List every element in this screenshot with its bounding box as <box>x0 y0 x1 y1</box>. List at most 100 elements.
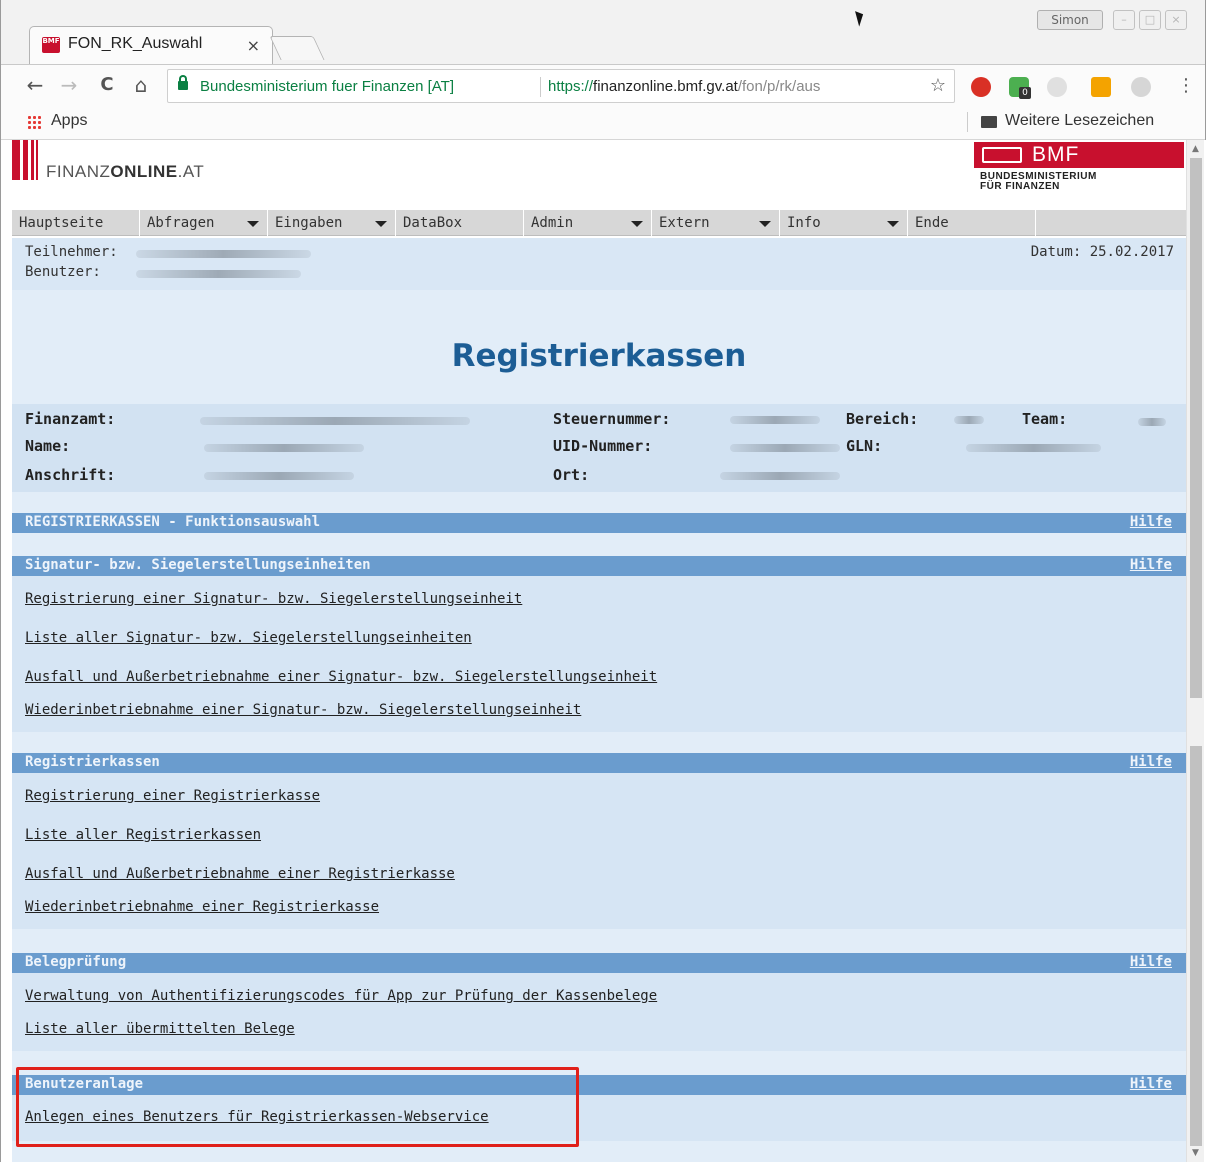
bookmarks-separator <box>967 112 968 132</box>
menu-ende[interactable]: Ende <box>908 210 1036 236</box>
close-window-button[interactable]: × <box>1165 10 1187 30</box>
section-body-signatur: Registrierung einer Signatur- bzw. Siege… <box>12 576 1186 732</box>
browser-tab[interactable]: BMF FON_RK_Auswahl × <box>29 26 273 64</box>
redacted-value <box>720 472 840 480</box>
extension-badge: 0 <box>1019 87 1031 99</box>
logo-bold: ONLINE <box>110 162 178 181</box>
redacted-value <box>136 270 301 278</box>
other-bookmarks[interactable]: Weitere Lesezeichen <box>1005 112 1154 130</box>
scrollbar-thumb-lower[interactable] <box>1190 746 1202 1146</box>
minimize-button[interactable]: – <box>1113 10 1135 30</box>
browser-toolbar: ← → C ⌂ Bundesministerium fuer Finanzen … <box>1 64 1205 106</box>
bmf-logo[interactable]: BMF <box>974 142 1184 168</box>
link-ausfall-kasse[interactable]: Ausfall und Außerbetriebnahme einer Regi… <box>25 866 455 882</box>
caret-down-icon <box>247 221 259 227</box>
user-info-band: Teilnehmer: Benutzer: Datum: 25.02.2017 <box>12 238 1186 290</box>
tab-title: FON_RK_Auswahl <box>68 35 203 52</box>
menu-hauptseite[interactable]: Hauptseite <box>12 210 140 236</box>
redacted-value <box>204 444 364 452</box>
tab-close-icon[interactable]: × <box>247 36 260 55</box>
menu-admin[interactable]: Admin <box>524 210 652 236</box>
shield-extension-icon[interactable]: 0 <box>1009 77 1031 99</box>
section-title: REGISTRIERKASSEN - Funktionsauswahl <box>25 514 321 530</box>
help-link[interactable]: Hilfe <box>1130 954 1172 970</box>
link-ausfall-signatur[interactable]: Ausfall und Außerbetriebnahme einer Sign… <box>25 669 657 685</box>
feed-extension-icon[interactable] <box>1091 77 1111 97</box>
title-area: Registrierkassen <box>12 290 1186 404</box>
menu-label: Eingaben <box>275 215 343 231</box>
menu-label: DataBox <box>403 215 463 231</box>
extension-icon[interactable] <box>1047 77 1067 97</box>
home-button[interactable]: ⌂ <box>129 73 153 97</box>
back-button[interactable]: ← <box>23 73 47 97</box>
uid-label: UID-Nummer: <box>553 437 653 455</box>
annotation-highlight-box <box>16 1067 579 1147</box>
link-authentifizierungscodes[interactable]: Verwaltung von Authentifizierungscodes f… <box>25 988 657 1004</box>
link-liste-belege[interactable]: Liste aller übermittelten Belege <box>25 1021 295 1037</box>
link-wiederinbetriebnahme-signatur[interactable]: Wiederinbetriebnahme einer Signatur- bzw… <box>25 702 581 718</box>
bereich-label: Bereich: <box>846 410 919 428</box>
site-identity: Bundesministerium fuer Finanzen [AT] <box>200 78 454 95</box>
bmf-subtitle-line-2: FÜR FINANZEN <box>980 181 1060 192</box>
finanzonline-page: FINANZONLINE.AT BMF BUNDESMINISTERIUM FÜ… <box>12 140 1186 1162</box>
address-bar[interactable]: Bundesministerium fuer Finanzen [AT] htt… <box>167 69 955 103</box>
section-header-funktionsauswahl: REGISTRIERKASSEN - Funktionsauswahl Hilf… <box>12 513 1186 533</box>
vertical-scrollbar[interactable]: ▲ ▼ <box>1186 140 1204 1162</box>
help-link[interactable]: Hilfe <box>1130 514 1172 530</box>
section-header-belegpruefung: Belegprüfung Hilfe <box>12 953 1186 973</box>
folder-icon <box>981 116 997 128</box>
menu-info[interactable]: Info <box>780 210 908 236</box>
url-text[interactable]: https://finanzonline.bmf.gv.at/fon/p/rk/… <box>548 78 918 95</box>
section-body-belegpruefung: Verwaltung von Authentifizierungscodes f… <box>12 973 1186 1051</box>
redacted-value <box>954 416 984 424</box>
main-menu: Hauptseite Abfragen Eingaben DataBox Adm… <box>12 210 1186 236</box>
finanzonline-logo[interactable]: FINANZONLINE.AT <box>46 162 204 182</box>
menu-databox[interactable]: DataBox <box>396 210 524 236</box>
finanzamt-label: Finanzamt: <box>25 410 116 428</box>
function-selection: REGISTRIERKASSEN - Funktionsauswahl Hilf… <box>12 492 1186 1162</box>
caret-down-icon <box>887 221 899 227</box>
link-registrierung-kasse[interactable]: Registrierung einer Registrierkasse <box>25 788 320 804</box>
menu-eingaben[interactable]: Eingaben <box>268 210 396 236</box>
help-link[interactable]: Hilfe <box>1130 557 1172 573</box>
taxpayer-info: Finanzamt: Name: Anschrift: Steuernummer… <box>12 404 1186 492</box>
link-wiederinbetriebnahme-kasse[interactable]: Wiederinbetriebnahme einer Registrierkas… <box>25 899 379 915</box>
menu-label: Hauptseite <box>19 215 104 231</box>
reload-button[interactable]: C <box>95 74 119 95</box>
profile-button[interactable]: Simon <box>1037 10 1103 30</box>
menu-extern[interactable]: Extern <box>652 210 780 236</box>
forward-button[interactable]: → <box>57 73 81 97</box>
caret-down-icon <box>375 221 387 227</box>
scroll-up-icon[interactable]: ▲ <box>1192 144 1199 154</box>
redacted-value <box>730 444 840 452</box>
section-title: Belegprüfung <box>25 954 127 970</box>
link-liste-kassen[interactable]: Liste aller Registrierkassen <box>25 827 261 843</box>
browser-menu-icon[interactable]: ⋮ <box>1177 75 1195 96</box>
url-path: /fon/p/rk/aus <box>737 78 821 95</box>
maximize-button[interactable]: □ <box>1139 10 1161 30</box>
menu-label: Extern <box>659 215 710 231</box>
menu-abfragen[interactable]: Abfragen <box>140 210 268 236</box>
finanzonline-logo-icon <box>12 140 38 180</box>
puzzle-extension-icon[interactable] <box>1131 77 1151 97</box>
logo-suffix: .AT <box>177 162 205 181</box>
link-liste-signatur[interactable]: Liste aller Signatur- bzw. Siegelerstell… <box>25 630 472 646</box>
apps-grid-icon[interactable] <box>27 115 41 129</box>
apps-bookmark[interactable]: Apps <box>51 112 87 130</box>
bmf-favicon-icon: BMF <box>42 37 60 53</box>
link-registrierung-signatur[interactable]: Registrierung einer Signatur- bzw. Siege… <box>25 591 522 607</box>
help-link[interactable]: Hilfe <box>1130 1076 1172 1092</box>
bookmark-star-icon[interactable]: ☆ <box>930 75 946 96</box>
bmf-eagle-icon <box>982 147 1022 163</box>
help-link[interactable]: Hilfe <box>1130 754 1172 770</box>
benutzer-label: Benutzer: <box>25 264 101 280</box>
new-tab-button[interactable] <box>269 36 325 60</box>
adblock-extension-icon[interactable] <box>971 77 991 97</box>
tab-strip: BMF FON_RK_Auswahl × Simon – □ × <box>1 0 1205 64</box>
scrollbar-thumb[interactable] <box>1190 158 1202 698</box>
redacted-value <box>966 444 1101 452</box>
redacted-value <box>204 472 354 480</box>
scroll-down-icon[interactable]: ▼ <box>1192 1148 1199 1158</box>
ort-label: Ort: <box>553 466 590 484</box>
redacted-value <box>200 417 470 425</box>
